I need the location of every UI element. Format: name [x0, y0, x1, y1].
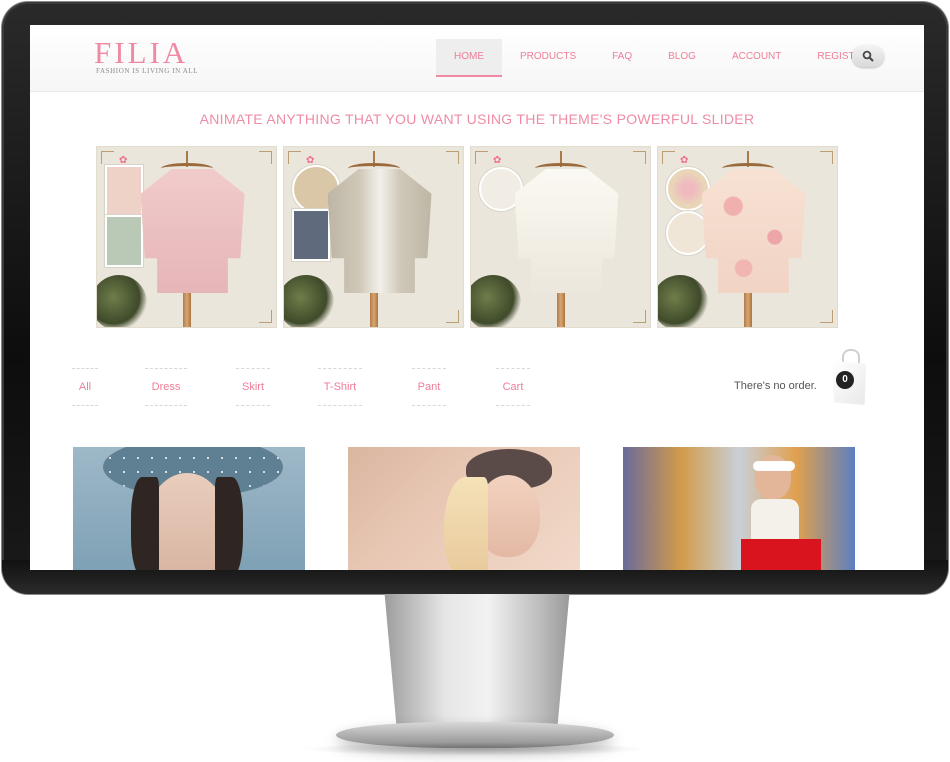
main-nav: HOME PRODUCTS FAQ BLOG ACCOUNT REGISTER [436, 39, 887, 77]
model-hair [444, 477, 488, 570]
corner-ornament [288, 151, 301, 164]
search-icon [862, 50, 874, 62]
garment-image [514, 169, 619, 293]
detail-thumbnail [105, 165, 143, 217]
flower-icon: ✿ [680, 155, 689, 166]
nav-account[interactable]: ACCOUNT [714, 39, 799, 75]
product-slider: ✿ ✿ ✿ ✿ [96, 146, 838, 328]
plant-decoration [471, 275, 521, 327]
plant-decoration [658, 275, 708, 327]
corner-ornament [446, 310, 459, 323]
corner-ornament [633, 151, 646, 164]
corner-ornament [820, 310, 833, 323]
nav-products[interactable]: PRODUCTS [502, 39, 594, 75]
site-header: FILIA FASHION IS LIVING IN ALL HOME PROD… [30, 25, 924, 92]
cart-status: There's no order. [734, 380, 817, 392]
search-button[interactable] [852, 45, 884, 67]
photo-shopping-model[interactable] [623, 447, 855, 570]
model-hair [215, 477, 243, 570]
stand-shadow [300, 742, 650, 756]
featured-photos [73, 447, 873, 570]
slide-pink-cardigan[interactable]: ✿ [96, 146, 277, 328]
nav-home[interactable]: HOME [436, 39, 502, 77]
corner-ornament [633, 310, 646, 323]
corner-ornament [475, 151, 488, 164]
photo-beret-model[interactable] [348, 447, 580, 570]
cart-count-badge: 0 [836, 371, 854, 389]
filter-pant[interactable]: Pant [412, 368, 446, 406]
corner-ornament [662, 151, 675, 164]
website-screen: FILIA FASHION IS LIVING IN ALL HOME PROD… [30, 25, 924, 570]
detail-thumbnail [292, 209, 330, 261]
filter-dress[interactable]: Dress [145, 368, 187, 406]
garment-image [701, 169, 806, 293]
corner-ornament [259, 151, 272, 164]
slide-gray-cardigan[interactable]: ✿ [283, 146, 464, 328]
monitor-stand [384, 594, 570, 734]
slider-caption: ANIMATE ANYTHING THAT YOU WANT USING THE… [199, 111, 755, 127]
logo[interactable]: FILIA [94, 35, 188, 71]
garment-image [327, 169, 432, 293]
corner-ornament [259, 310, 272, 323]
model-hair [131, 477, 159, 570]
detail-thumbnail [105, 215, 143, 267]
plant-decoration [284, 275, 334, 327]
cart-button[interactable]: 0 [828, 347, 872, 409]
corner-ornament [446, 151, 459, 164]
slide-floral-blouse[interactable]: ✿ [657, 146, 838, 328]
filter-tshirt[interactable]: T-Shirt [318, 368, 362, 406]
logo-tagline: FASHION IS LIVING IN ALL [96, 67, 199, 75]
nav-faq[interactable]: FAQ [594, 39, 650, 75]
filter-all[interactable]: All [72, 368, 98, 406]
nav-blog[interactable]: BLOG [650, 39, 714, 75]
garment-image [140, 169, 245, 293]
flower-icon: ✿ [493, 155, 502, 166]
filter-skirt[interactable]: Skirt [236, 368, 270, 406]
corner-ornament [101, 151, 114, 164]
photo-flower-crown[interactable] [73, 447, 305, 570]
slide-white-blouse[interactable]: ✿ [470, 146, 651, 328]
shopping-bag [741, 539, 821, 570]
filter-cart[interactable]: Cart [496, 368, 530, 406]
plant-decoration [97, 275, 147, 327]
corner-ornament [820, 151, 833, 164]
sunglasses [753, 461, 795, 471]
